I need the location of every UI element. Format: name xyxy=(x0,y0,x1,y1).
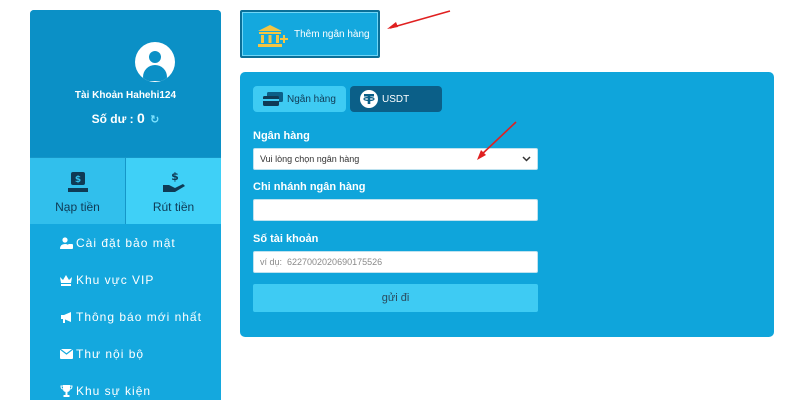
menu-item-announcements[interactable]: Thông báo mới nhất xyxy=(30,298,221,335)
deposit-label: Nạp tiền xyxy=(55,200,100,214)
menu-item-events[interactable]: Khu sự kiện xyxy=(30,372,221,400)
bank-select-value: Vui lòng chọn ngân hàng xyxy=(260,154,360,164)
chevron-down-icon xyxy=(522,155,531,165)
tab-usdt[interactable]: USDT xyxy=(350,86,442,112)
menu-label: Khu sự kiện xyxy=(76,383,152,398)
account-number-field[interactable] xyxy=(253,251,538,273)
profile-panel: Tài Khoản Hahehi124 Số dư : 0 ↻ xyxy=(30,10,221,157)
deposit-icon: $ xyxy=(66,170,90,199)
megaphone-icon xyxy=(59,311,73,323)
tab-usdt-label: USDT xyxy=(382,93,410,105)
avatar-icon xyxy=(135,42,175,82)
sidebar-menu: Cài đặt bảo mật Khu vực VIP Thông báo mớ… xyxy=(30,224,221,400)
menu-label: Thư nội bộ xyxy=(76,346,145,361)
balance-label: Số dư : xyxy=(91,112,134,126)
menu-item-inbox[interactable]: Thư nội bộ xyxy=(30,335,221,372)
account-number-input[interactable] xyxy=(260,257,537,267)
add-bank-button[interactable]: Thêm ngân hàng xyxy=(240,10,380,58)
wallet-actions: $ Nạp tiền $ Rút tiền xyxy=(30,157,221,224)
add-bank-label: Thêm ngân hàng xyxy=(294,29,370,40)
submit-button[interactable]: gửi đi xyxy=(253,284,538,312)
envelope-icon xyxy=(59,348,73,359)
deposit-button[interactable]: $ Nạp tiền xyxy=(30,158,126,224)
menu-item-vip[interactable]: Khu vực VIP xyxy=(30,261,221,298)
menu-label: Thông báo mới nhất xyxy=(76,309,202,324)
account-name: Tài Khoản Hahehi124 xyxy=(74,90,177,101)
branch-input[interactable] xyxy=(260,205,537,215)
withdraw-button[interactable]: $ Rút tiền xyxy=(126,158,221,224)
menu-label: Khu vực VIP xyxy=(76,272,155,287)
tab-bank-label: Ngân hàng xyxy=(287,93,336,105)
annotation-arrow-icon xyxy=(387,10,451,29)
balance-value: 0 xyxy=(137,110,145,126)
bank-form-card: Ngân hàng USDT Ngân hàng Vui lòng chọn n… xyxy=(240,72,774,337)
bank-label: Ngân hàng xyxy=(253,130,310,142)
tab-bank[interactable]: Ngân hàng xyxy=(253,86,346,112)
branch-field[interactable] xyxy=(253,199,538,221)
user-lock-icon xyxy=(59,236,73,249)
account-number-label: Số tài khoản xyxy=(253,233,319,245)
sidebar: Tài Khoản Hahehi124 Số dư : 0 ↻ $ Nạp ti… xyxy=(30,10,221,400)
svg-text:$: $ xyxy=(171,170,179,183)
account-balance: Số dư : 0 ↻ xyxy=(30,110,221,126)
cards-icon xyxy=(263,92,283,106)
crown-icon xyxy=(59,274,73,286)
branch-label: Chi nhánh ngân hàng xyxy=(253,181,366,193)
refresh-icon[interactable]: ↻ xyxy=(150,114,159,126)
trophy-icon xyxy=(59,384,73,397)
menu-item-security[interactable]: Cài đặt bảo mật xyxy=(30,224,221,261)
withdraw-page: Tài Khoản Hahehi124 Số dư : 0 ↻ $ Nạp ti… xyxy=(0,0,800,400)
menu-label: Cài đặt bảo mật xyxy=(76,235,176,250)
bank-add-icon xyxy=(256,24,290,53)
withdraw-label: Rút tiền xyxy=(152,200,195,214)
tether-icon xyxy=(360,90,378,108)
withdraw-hand-icon: $ xyxy=(161,170,187,199)
bank-select[interactable]: Vui lòng chọn ngân hàng xyxy=(253,148,538,170)
svg-text:$: $ xyxy=(74,175,80,185)
